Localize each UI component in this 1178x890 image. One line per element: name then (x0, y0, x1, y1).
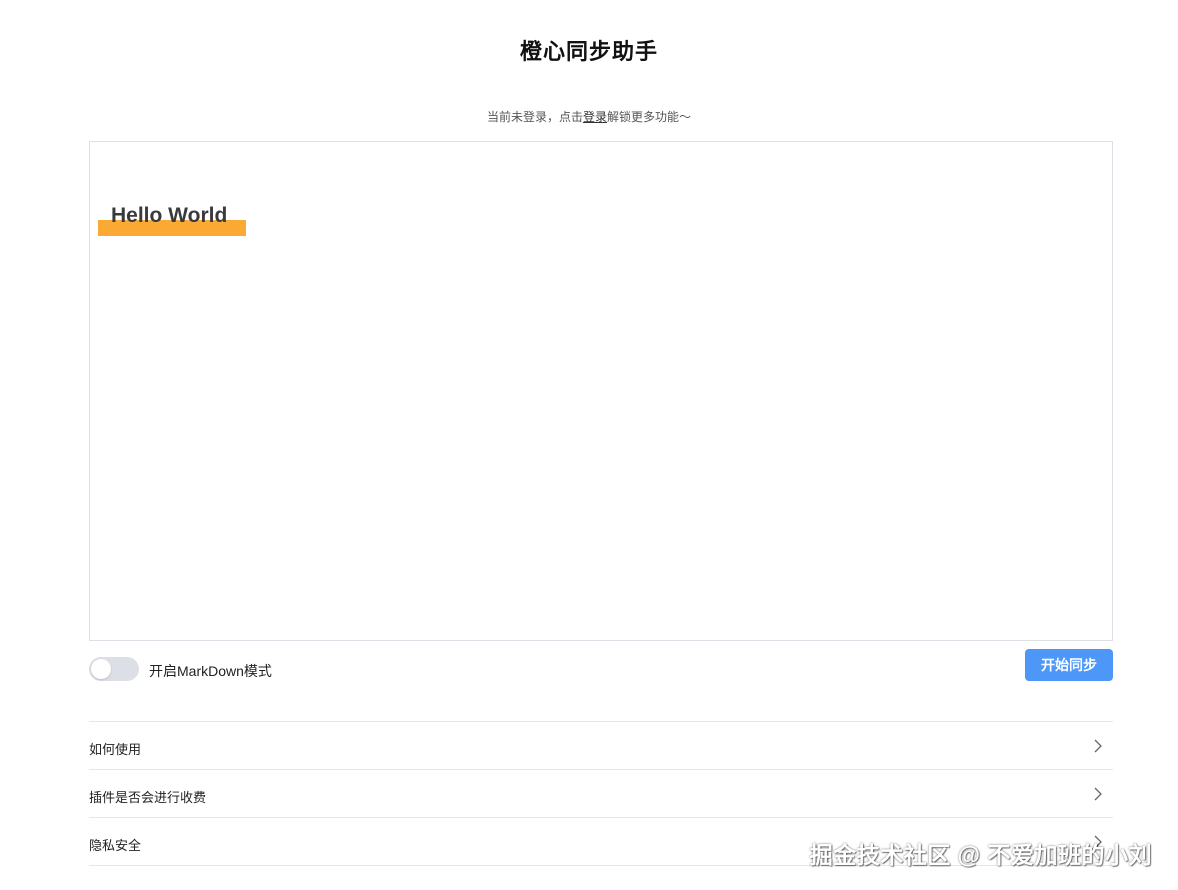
markdown-toggle-label: 开启MarkDown模式 (149, 663, 272, 679)
faq-item-label: 插件是否会进行收费 (89, 790, 207, 805)
toggle-knob (91, 659, 111, 679)
controls-bar: 开启MarkDown模式 开始同步 (89, 649, 1113, 685)
faq-item-label: 如何使用 (89, 742, 142, 757)
login-tip: 当前未登录，点击登录解锁更多功能～ (0, 108, 1178, 125)
markdown-toggle[interactable] (89, 657, 139, 681)
faq-item-pricing[interactable]: 插件是否会进行收费 (89, 770, 1113, 818)
page: 橙心同步助手 当前未登录，点击登录解锁更多功能～ Hello World 开启M… (0, 0, 1178, 890)
start-sync-button[interactable]: 开始同步 (1025, 649, 1113, 681)
watermark: 掘金技术社区 @ 不爱加班的小刘 (809, 842, 1152, 868)
faq-item-label: 隐私安全 (89, 838, 142, 853)
page-title: 橙心同步助手 (519, 39, 658, 64)
chevron-right-icon (1094, 787, 1102, 801)
rich-text-editor[interactable]: Hello World (89, 141, 1113, 641)
login-tip-suffix: 解锁更多功能～ (607, 110, 692, 124)
heading-text: Hello World (111, 204, 228, 227)
login-tip-prefix: 当前未登录，点击 (486, 110, 583, 124)
chevron-right-icon (1094, 739, 1102, 753)
login-link[interactable]: 登录 (583, 110, 607, 124)
faq-item-how-to-use[interactable]: 如何使用 (89, 722, 1113, 770)
editor-heading: Hello World (98, 202, 246, 236)
